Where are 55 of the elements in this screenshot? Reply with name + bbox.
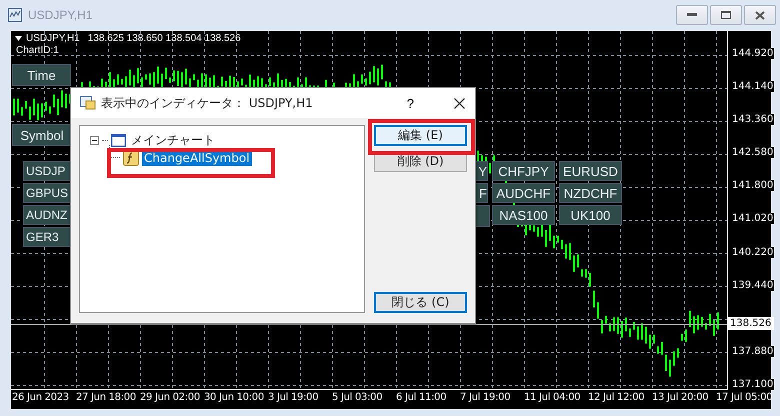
restore-button[interactable] [710, 5, 742, 25]
time-axis-label: 12 Jul 12:00 [588, 392, 644, 403]
symbol-button[interactable]: AUDCHF [492, 183, 555, 203]
time-axis-label: 7 Jul 19:00 [460, 392, 510, 403]
price-axis-label: 139.440 [731, 280, 774, 291]
price-axis-label: 144.920 [731, 48, 774, 59]
tree-item[interactable]: メインチャート [129, 131, 217, 150]
price-axis-label: 144.140 [731, 81, 774, 92]
time-axis-label: 26 Jun 2023 [12, 392, 69, 403]
time-axis-label: 11 Jul 04:00 [524, 392, 580, 403]
price-axis-label: 143.360 [731, 114, 774, 125]
symbol-button[interactable]: NAS100 [492, 205, 555, 225]
time-axis-label: 3 Jul 19:00 [268, 392, 318, 403]
collapse-icon[interactable] [90, 136, 99, 145]
symbol-button[interactable]: GBPUS [23, 183, 71, 203]
price-axis-label: 141.020 [731, 213, 774, 224]
close-button[interactable] [744, 5, 776, 25]
time-axis-label: 30 Jun 10:00 [204, 392, 264, 403]
minimize-icon [687, 13, 697, 17]
symbol-button[interactable]: NZDCHF [559, 183, 622, 203]
time-axis-label: 29 Jun 02:00 [140, 392, 200, 403]
time-button[interactable]: Time [12, 64, 71, 86]
window-title: USDJPY,H1 [28, 8, 92, 22]
symbol-button[interactable]: USDJP [23, 161, 71, 181]
minimize-button[interactable] [676, 5, 708, 25]
time-axis-label: 27 Jun 18:00 [76, 392, 136, 403]
chart-symbol: USDJPY,H1 [26, 33, 80, 44]
close-icon [755, 10, 765, 20]
dropdown-triangle-icon[interactable] [15, 36, 22, 41]
dialog-title: 表示中のインディケータ： USDJPY,H1 [101, 94, 313, 112]
restore-icon [721, 11, 731, 19]
symbol-button[interactable]: Symbol [12, 124, 72, 146]
price-axis-label: 141.800 [731, 180, 774, 191]
dialog-button[interactable]: 閉じる (C) [374, 292, 467, 313]
time-axis-label: 5 Jul 03:00 [332, 392, 382, 403]
chart-window-icon [111, 134, 126, 147]
price-axis-label: 137.100 [731, 378, 774, 390]
help-button[interactable]: ? [406, 96, 414, 110]
symbol-button[interactable]: UK100 [559, 205, 622, 225]
chart-id: ChartID:1 [16, 45, 59, 56]
time-axis-label: 6 Jul 11:00 [396, 392, 446, 403]
price-quote: 138.625 138.650 138.504 138.526 [88, 33, 241, 44]
current-price-label: 138.526 [727, 317, 774, 330]
price-axis-label: 142.580 [731, 147, 774, 158]
time-axis-label: 13 Jul 20:00 [652, 392, 708, 403]
symbol-button[interactable]: AUDNZ [23, 205, 71, 225]
indicator-list-icon [80, 96, 96, 110]
symbol-button[interactable]: CHFJPY [492, 161, 555, 181]
chart-window-icon [8, 8, 22, 22]
dialog-button[interactable]: 編集 (E) [374, 125, 467, 146]
symbol-button[interactable]: EURUSD [559, 161, 622, 181]
price-axis-label: 137.880 [731, 346, 774, 357]
symbol-button[interactable]: GER3 [23, 227, 71, 247]
price-axis-label: 140.220 [731, 246, 774, 258]
close-icon[interactable] [454, 98, 465, 108]
